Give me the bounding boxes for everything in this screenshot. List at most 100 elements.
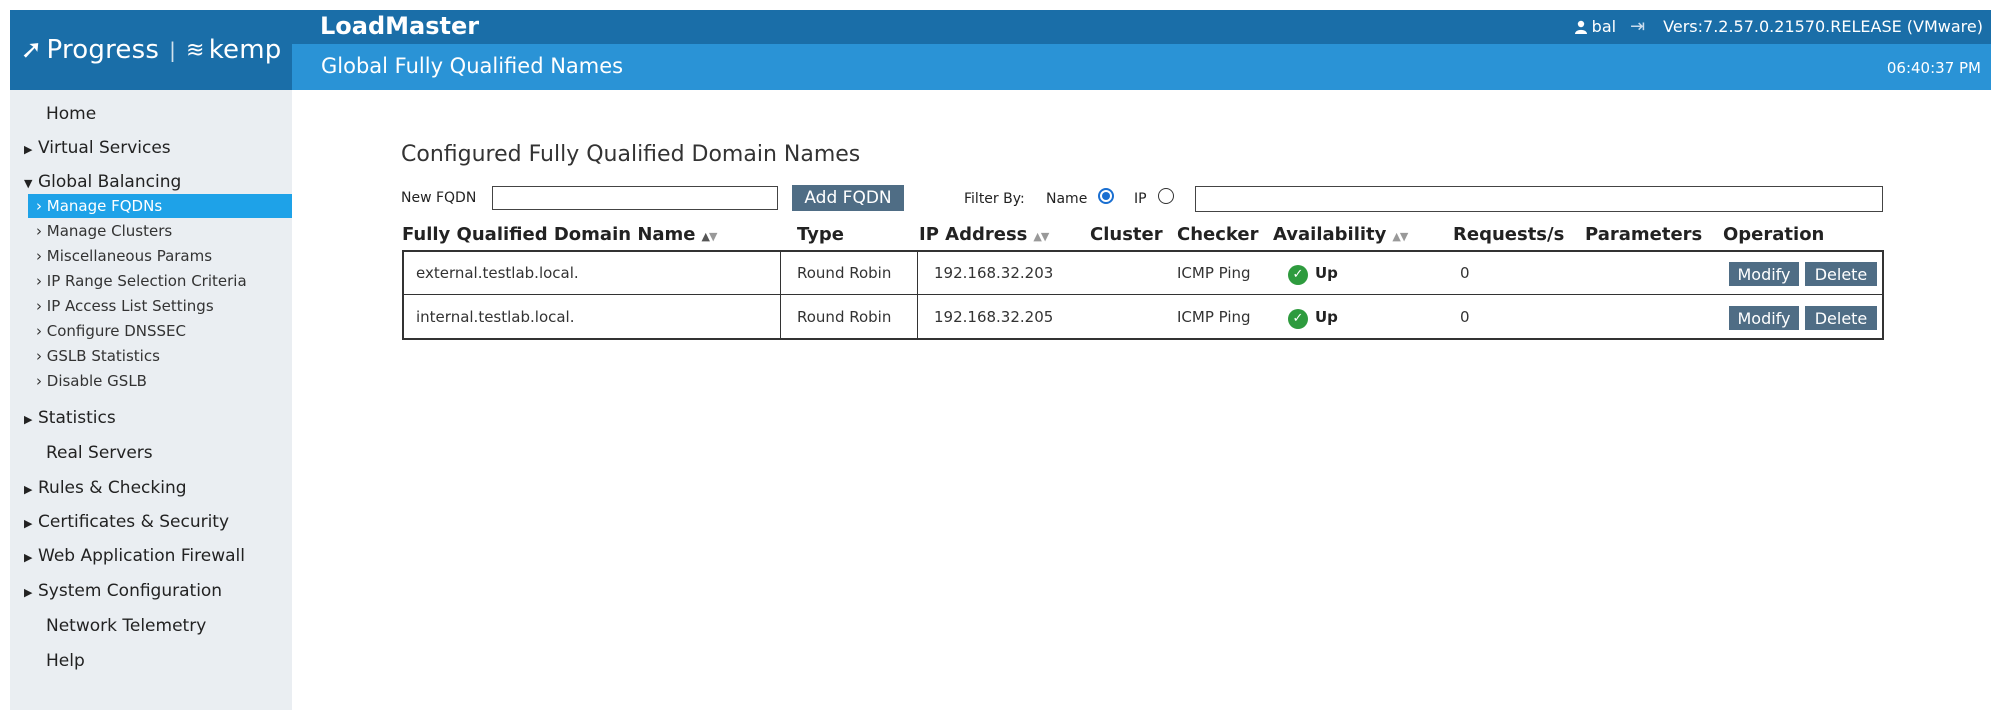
sidebar-item-label: Certificates & Security <box>38 512 230 532</box>
sidebar-item-statistics[interactable]: ▶ Statistics <box>10 404 116 432</box>
version-text: Vers:7.2.57.0.21570.RELEASE (VMware) <box>1663 17 1983 36</box>
ip-cell: 192.168.32.203 <box>934 264 1054 282</box>
sidebar-subitem-gslb-statistics[interactable]: › GSLB Statistics <box>28 344 292 368</box>
sort-icon[interactable]: ▲▼ <box>1392 230 1408 243</box>
filter-input[interactable] <box>1195 186 1883 212</box>
sidebar-subitem-manage-fqdns[interactable]: › Manage FQDNs <box>28 194 292 218</box>
modify-button[interactable]: Modify <box>1729 262 1799 286</box>
availability-cell: Up <box>1315 264 1338 282</box>
row-divider <box>402 294 1884 295</box>
sidebar-item-global-balancing[interactable]: ▼ Global Balancing <box>10 168 181 196</box>
fqdn-table <box>402 250 1884 340</box>
caret-right-icon: ▶ <box>24 143 33 156</box>
sidebar-item-network-telemetry[interactable]: Network Telemetry <box>10 612 206 640</box>
page-header: Global Fully Qualified Names 06:40:37 PM <box>292 44 1991 90</box>
sidebar-item-home[interactable]: Home <box>10 100 96 128</box>
sort-icon[interactable]: ▲▼ <box>702 230 718 243</box>
user-menu[interactable]: bal <box>1574 17 1617 36</box>
sort-icon[interactable]: ▲▼ <box>1033 230 1049 243</box>
page-title: Global Fully Qualified Names <box>321 54 624 78</box>
section-title: Configured Fully Qualified Domain Names <box>401 142 861 167</box>
check-circle-icon: ✓ <box>1288 265 1308 285</box>
availability-cell: Up <box>1315 308 1338 326</box>
sidebar-item-waf[interactable]: ▶ Web Application Firewall <box>10 542 245 570</box>
fqdn-cell: internal.testlab.local. <box>416 308 575 326</box>
clock: 06:40:37 PM <box>1886 59 1981 77</box>
column-divider <box>917 250 918 340</box>
checker-cell: ICMP Ping <box>1177 308 1251 326</box>
sidebar-item-rules-checking[interactable]: ▶ Rules & Checking <box>10 474 187 502</box>
sidebar-item-label: Rules & Checking <box>38 478 187 498</box>
requests-cell: 0 <box>1460 264 1470 282</box>
checker-cell: ICMP Ping <box>1177 264 1251 282</box>
sidebar-item-label: Network Telemetry <box>46 616 207 636</box>
sidebar-item-label: Home <box>46 104 97 124</box>
sidebar-item-certificates-security[interactable]: ▶ Certificates & Security <box>10 508 229 536</box>
new-fqdn-input[interactable] <box>492 186 778 210</box>
top-bar: LoadMaster bal ⇥ Vers:7.2.57.0.21570.REL… <box>292 10 1991 44</box>
user-name: bal <box>1591 17 1617 36</box>
sidebar-item-label: System Configuration <box>38 581 223 601</box>
fqdn-cell: external.testlab.local. <box>416 264 579 282</box>
column-header-label: Availability <box>1273 224 1387 245</box>
filter-by-label: Filter By: <box>964 191 1025 207</box>
column-header-parameters: Parameters <box>1585 224 1703 245</box>
delete-button[interactable]: Delete <box>1805 262 1877 286</box>
sidebar: Home ▶ Virtual Services ▼ Global Balancing… <box>10 90 292 710</box>
column-header-label: IP Address <box>919 224 1028 245</box>
kemp-logo-icon: ≋ <box>186 37 205 63</box>
column-header-fqdn[interactable]: Fully Qualified Domain Name ▲▼ <box>402 224 718 245</box>
logout-icon[interactable]: ⇥ <box>1630 16 1645 37</box>
caret-right-icon: ▶ <box>24 586 33 599</box>
sidebar-item-virtual-services[interactable]: ▶ Virtual Services <box>10 134 171 162</box>
filter-name-radio[interactable] <box>1098 188 1114 204</box>
column-header-availability[interactable]: Availability ▲▼ <box>1273 224 1408 245</box>
sidebar-item-system-configuration[interactable]: ▶ System Configuration <box>10 577 222 605</box>
column-header-requests: Requests/s <box>1453 224 1565 245</box>
sidebar-item-label: Web Application Firewall <box>38 546 245 566</box>
user-icon <box>1574 20 1587 34</box>
sidebar-item-label: Global Balancing <box>38 172 182 192</box>
brand-separator: | <box>169 38 177 62</box>
top-right-area: bal ⇥ Vers:7.2.57.0.21570.RELEASE (VMwar… <box>1574 16 1983 37</box>
column-header-operation: Operation <box>1723 224 1825 245</box>
sidebar-item-help[interactable]: Help <box>10 647 85 675</box>
new-fqdn-label: New FQDN <box>401 190 477 206</box>
brand-logo: ➚ Progress | ≋ kemp <box>10 10 292 90</box>
column-header-type: Type <box>797 224 844 245</box>
caret-right-icon: ▶ <box>24 551 33 564</box>
delete-button[interactable]: Delete <box>1805 306 1877 330</box>
sidebar-subitem-manage-clusters[interactable]: › Manage Clusters <box>28 219 292 243</box>
sidebar-subitem-misc-params[interactable]: › Miscellaneous Params <box>28 244 292 268</box>
sidebar-subitem-ip-range-selection[interactable]: › IP Range Selection Criteria <box>28 269 292 293</box>
column-header-cluster: Cluster <box>1090 224 1163 245</box>
progress-logo-icon: ➚ <box>20 35 43 65</box>
caret-right-icon: ▶ <box>24 483 33 496</box>
modify-button[interactable]: Modify <box>1729 306 1799 330</box>
column-header-checker: Checker <box>1177 224 1259 245</box>
filter-ip-radio[interactable] <box>1158 188 1174 204</box>
type-cell: Round Robin <box>797 264 892 282</box>
filter-name-label: Name <box>1046 191 1088 207</box>
sidebar-item-real-servers[interactable]: Real Servers <box>10 439 153 467</box>
brand-progress: Progress <box>46 35 160 65</box>
add-fqdn-button[interactable]: Add FQDN <box>792 185 904 211</box>
sidebar-item-label: Real Servers <box>46 443 153 463</box>
brand-kemp: kemp <box>208 35 282 65</box>
sidebar-item-label: Virtual Services <box>38 138 171 158</box>
check-circle-icon: ✓ <box>1288 309 1308 329</box>
column-header-ip[interactable]: IP Address ▲▼ <box>919 224 1049 245</box>
caret-right-icon: ▶ <box>24 517 33 530</box>
sidebar-subitem-configure-dnssec[interactable]: › Configure DNSSEC <box>28 319 292 343</box>
requests-cell: 0 <box>1460 308 1470 326</box>
type-cell: Round Robin <box>797 308 892 326</box>
caret-right-icon: ▶ <box>24 413 33 426</box>
sidebar-subitem-ip-access-list[interactable]: › IP Access List Settings <box>28 294 292 318</box>
sidebar-subitem-disable-gslb[interactable]: › Disable GSLB <box>28 369 292 393</box>
column-header-label: Fully Qualified Domain Name <box>402 224 696 245</box>
filter-ip-label: IP <box>1134 191 1147 207</box>
sidebar-item-label: Help <box>46 651 85 671</box>
column-divider <box>780 250 781 340</box>
sidebar-item-label: Statistics <box>38 408 116 428</box>
app-title: LoadMaster <box>320 12 480 40</box>
